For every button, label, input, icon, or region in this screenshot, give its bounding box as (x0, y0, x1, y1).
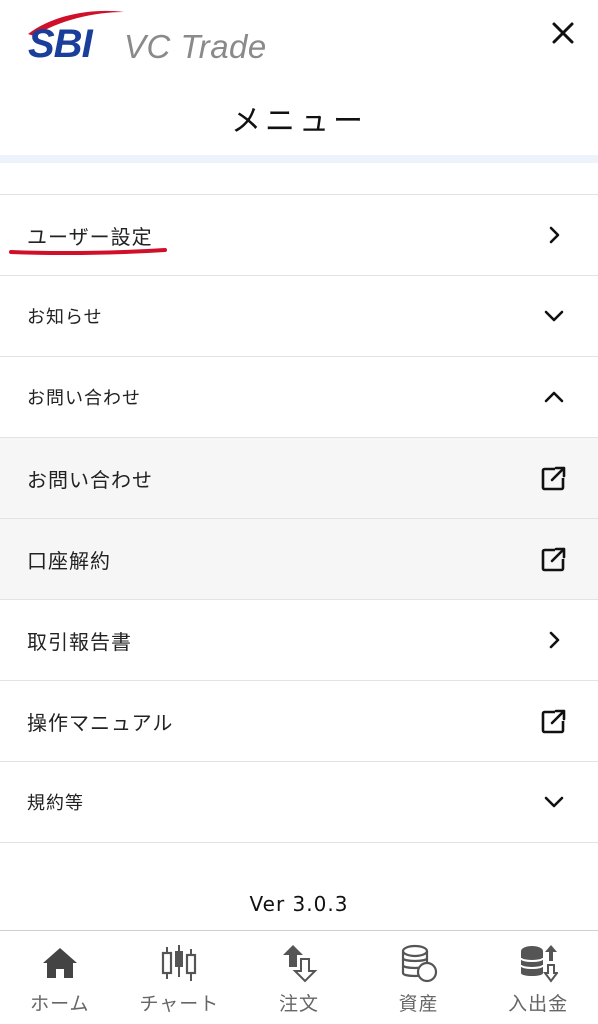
home-icon (38, 943, 82, 983)
menu-item-manual[interactable]: 操作マニュアル (0, 681, 598, 762)
menu-item-notices[interactable]: お知らせ (0, 276, 598, 357)
tab-label: ホーム (30, 993, 90, 1015)
deposit-withdraw-icon (516, 943, 560, 983)
close-icon (552, 22, 574, 44)
external-link-icon (538, 543, 570, 575)
chevron-down-icon (538, 300, 570, 332)
menu-item-account-closure[interactable]: 口座解約 (0, 519, 598, 600)
menu-item-label: 操作マニュアル (27, 710, 174, 735)
menu-item-user-settings[interactable]: ユーザー設定 (0, 195, 598, 276)
header: SBI VC Trade メニュー (0, 0, 598, 158)
menu-item-label: 口座解約 (27, 548, 111, 573)
bottom-tab-bar: ホーム チャート 注文 資産 入出金 (0, 930, 598, 1024)
chevron-up-icon (538, 381, 570, 413)
menu-item-label: お問い合わせ (27, 388, 141, 409)
app-version: Ver 3.0.3 (249, 892, 349, 916)
header-divider-band (0, 155, 598, 163)
coin-stack-icon (397, 943, 441, 983)
chevron-right-icon (538, 624, 570, 656)
menu-item-label: 取引報告書 (27, 629, 132, 654)
candlestick-chart-icon (157, 943, 201, 983)
menu-item-label: お知らせ (27, 307, 103, 328)
page-title: メニュー (231, 104, 367, 139)
tab-label: 資産 (398, 993, 439, 1015)
highlight-underline (9, 248, 167, 255)
chevron-down-icon (538, 786, 570, 818)
menu-item-contact[interactable]: お問い合わせ (0, 438, 598, 519)
menu-item-terms[interactable]: 規約等 (0, 762, 598, 843)
menu-item-trade-reports[interactable]: 取引報告書 (0, 600, 598, 681)
chevron-right-icon (538, 219, 570, 251)
menu-item-label: ユーザー設定 (27, 224, 153, 249)
menu-item-label: 規約等 (27, 793, 84, 814)
menu-item-label: お問い合わせ (27, 467, 153, 492)
tab-home[interactable]: ホーム (0, 931, 120, 1024)
tab-label: 入出金 (508, 993, 569, 1015)
external-link-icon (538, 705, 570, 737)
menu-list: ユーザー設定 お知らせ お問い合わせ お問い合わせ 口座解約 取引報告書 操作マ… (0, 194, 598, 843)
logo-brand-text: SBI (28, 22, 93, 66)
tab-assets[interactable]: 資産 (359, 931, 479, 1024)
sbi-vc-trade-logo: SBI VC Trade (24, 8, 284, 68)
tab-chart[interactable]: チャート (120, 931, 240, 1024)
order-arrows-icon (277, 943, 321, 983)
tab-label: チャート (139, 993, 220, 1015)
tab-label: 注文 (278, 993, 319, 1015)
tab-deposit-withdraw[interactable]: 入出金 (478, 931, 598, 1024)
close-button[interactable] (544, 14, 582, 52)
tab-order[interactable]: 注文 (239, 931, 359, 1024)
menu-item-contact-group[interactable]: お問い合わせ (0, 357, 598, 438)
external-link-icon (538, 462, 570, 494)
logo-product-text: VC Trade (124, 28, 267, 65)
